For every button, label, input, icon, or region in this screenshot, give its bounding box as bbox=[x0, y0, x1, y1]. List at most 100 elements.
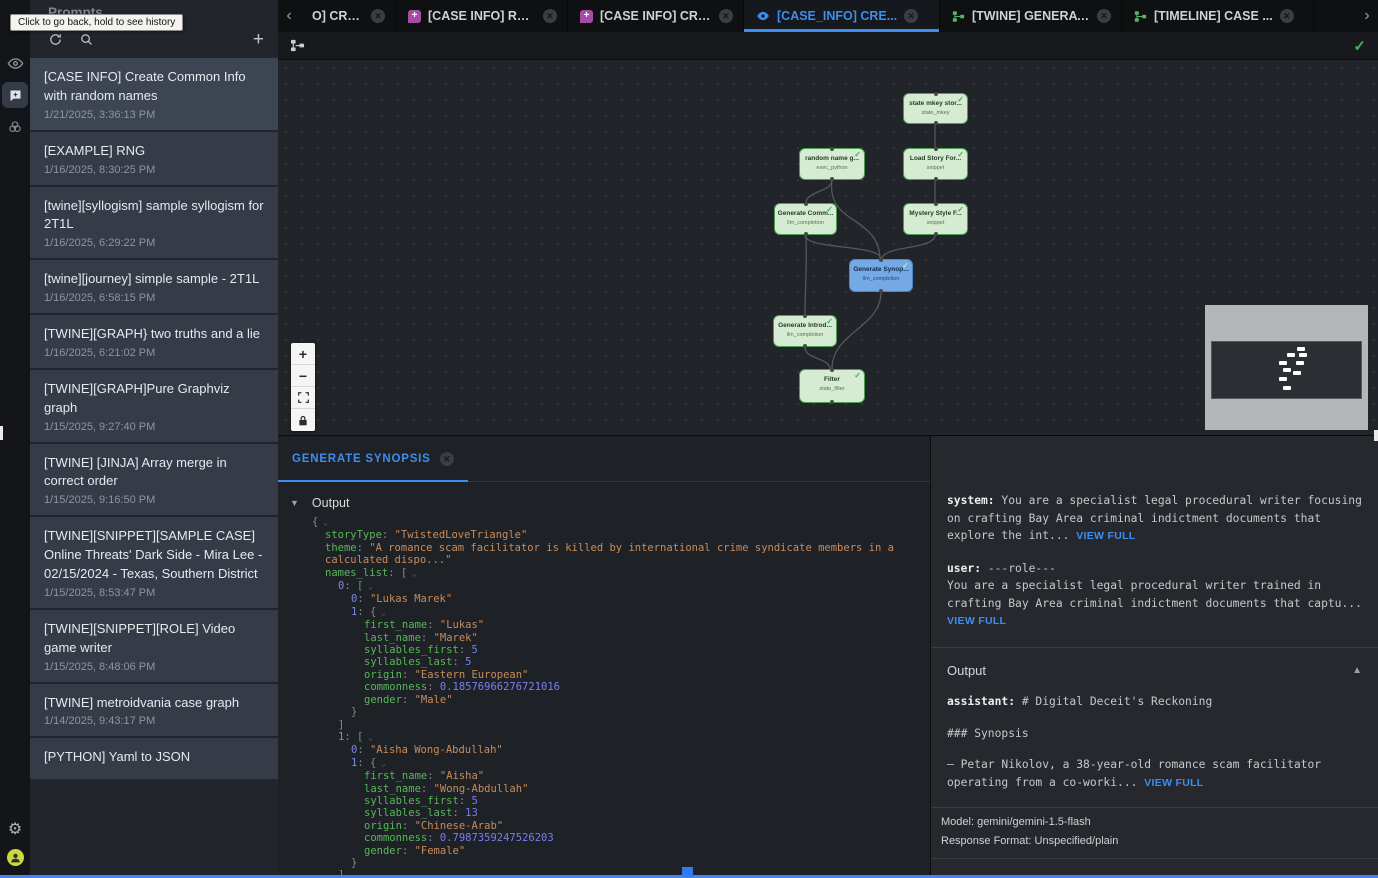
list-item[interactable]: [CASE INFO] Create Common Info with rand… bbox=[30, 58, 278, 130]
list-item[interactable]: [EXAMPLE] RNG1/16/2025, 8:30:25 PM bbox=[30, 132, 278, 185]
graph-node[interactable]: ✓Mystery Style F...snippet bbox=[903, 203, 968, 235]
minimap-node bbox=[1279, 377, 1287, 381]
code-line: commonness: 0.18576966276721016 bbox=[278, 681, 930, 693]
tab--case-info-revi-[interactable]: +[CASE INFO] REVI...✕ bbox=[396, 0, 568, 32]
prompt-timestamp: 1/15/2025, 8:48:06 PM bbox=[44, 661, 266, 673]
tab-bar: ‹ O] CRE...✕+[CASE INFO] REVI...✕+[CASE … bbox=[278, 0, 1378, 32]
refresh-button[interactable] bbox=[48, 32, 63, 47]
lock-button[interactable] bbox=[291, 409, 315, 431]
bottom-resize-handle[interactable] bbox=[682, 867, 693, 877]
prompt-title: [twine][syllogism] sample syllogism for … bbox=[44, 197, 266, 235]
prompts-panel-button[interactable] bbox=[2, 82, 28, 108]
chat-plus-icon: + bbox=[580, 10, 593, 23]
graph-node[interactable]: ✓Load Story For...snippet bbox=[903, 148, 968, 180]
prompt-title: [TWINE][GRAPH]Pure Graphviz graph bbox=[44, 380, 266, 418]
prompt-timestamp: 1/16/2025, 6:29:22 PM bbox=[44, 237, 266, 249]
list-item[interactable]: [TWINE][GRAPH} two truths and a lie 1/16/… bbox=[30, 315, 278, 368]
zoom-out-button[interactable]: − bbox=[291, 365, 315, 387]
view-full-link[interactable]: VIEW FULL bbox=[1076, 530, 1135, 542]
search-button[interactable] bbox=[79, 32, 94, 47]
output-panel: GENERATE SYNOPSIS ✕ ▼ Output { ⌄storyTyp… bbox=[278, 435, 930, 878]
knot-icon bbox=[7, 119, 23, 135]
model-info: Model: gemini/gemini-1.5-flash Response … bbox=[931, 807, 1378, 860]
prompts-sidebar: Prompts + [CASE INFO] Create Common Info… bbox=[30, 0, 278, 878]
user-avatar[interactable] bbox=[7, 849, 24, 866]
add-prompt-button[interactable]: + bbox=[253, 30, 264, 49]
eye-view-button[interactable] bbox=[2, 50, 28, 76]
code-line: origin: "Chinese-Arab" bbox=[278, 820, 930, 832]
chevron-up-icon: ▲ bbox=[1352, 662, 1362, 680]
list-item[interactable]: [twine][syllogism] sample syllogism for … bbox=[30, 187, 278, 259]
user-message: user: ---role--- You are a specialist le… bbox=[947, 560, 1362, 631]
graph-node[interactable]: ✓Generate Introd...llm_completion bbox=[773, 315, 837, 347]
view-full-link[interactable]: VIEW FULL bbox=[1144, 777, 1203, 789]
tab-generate-synopsis[interactable]: GENERATE SYNOPSIS ✕ bbox=[278, 436, 468, 481]
tab--case-info-cre-[interactable]: +[CASE INFO] CRE...✕ bbox=[568, 0, 744, 32]
person-icon bbox=[9, 851, 22, 864]
json-code: { ⌄storyType: "TwistedLoveTriangle"theme… bbox=[278, 516, 930, 878]
close-icon[interactable]: ✕ bbox=[1280, 9, 1294, 23]
minimap-node bbox=[1299, 353, 1307, 357]
code-line: origin: "Eastern European" bbox=[278, 669, 930, 681]
settings-button[interactable]: ⚙ bbox=[0, 819, 30, 839]
minimap-node bbox=[1287, 353, 1295, 357]
close-icon[interactable]: ✕ bbox=[440, 452, 454, 466]
close-icon[interactable]: ✕ bbox=[371, 9, 385, 23]
flows-button[interactable] bbox=[2, 114, 28, 140]
graph-node[interactable]: ✓Generate Synop...llm_completion bbox=[849, 259, 913, 292]
code-line: syllables_first: 5 bbox=[278, 644, 930, 656]
close-icon[interactable]: ✕ bbox=[904, 9, 918, 23]
list-item[interactable]: [twine][journey] simple sample - 2T1L1/1… bbox=[30, 260, 278, 313]
view-full-link[interactable]: VIEW FULL bbox=[947, 615, 1006, 627]
tab-strip-spacer bbox=[1314, 0, 1356, 32]
code-line: syllables_last: 5 bbox=[278, 656, 930, 668]
tab-label: [CASE INFO] REVI... bbox=[428, 9, 536, 23]
close-icon[interactable]: ✕ bbox=[543, 9, 557, 23]
assistant-message: assistant: # Digital Deceit's Reckoning bbox=[947, 693, 1362, 711]
left-rail: ⚙ bbox=[0, 0, 30, 878]
node-subtitle: exec_python bbox=[800, 165, 864, 171]
gear-icon: ⚙ bbox=[8, 821, 22, 838]
node-subtitle: state_mkey bbox=[904, 110, 967, 116]
tab-o-cre-[interactable]: O] CRE...✕ bbox=[300, 0, 396, 32]
inspector-output-header[interactable]: Output ▲ bbox=[947, 662, 1362, 680]
code-line: syllables_first: 5 bbox=[278, 795, 930, 807]
graph-node[interactable]: ✓Filterstate_filter bbox=[799, 369, 865, 403]
zoom-in-button[interactable]: + bbox=[291, 343, 315, 365]
prompt-timestamp: 1/16/2025, 6:21:02 PM bbox=[44, 347, 266, 359]
graph-node[interactable]: ✓state mkey stor...state_mkey bbox=[903, 93, 968, 124]
close-icon[interactable]: ✕ bbox=[719, 9, 733, 23]
list-item[interactable]: [TWINE][SNIPPET][SAMPLE CASE] Online Thr… bbox=[30, 517, 278, 608]
graph-canvas[interactable]: ✓state mkey stor...state_mkey ✓random nam… bbox=[278, 60, 1378, 435]
minimap[interactable] bbox=[1205, 305, 1368, 430]
output-section-header[interactable]: ▼ Output bbox=[290, 496, 930, 510]
list-item[interactable]: [TWINE] metroidvania case graph1/14/2025… bbox=[30, 684, 278, 737]
fit-view-button[interactable] bbox=[291, 387, 315, 409]
code-line: { ⌄ bbox=[278, 516, 930, 529]
list-item[interactable]: [TWINE][SNIPPET][ROLE] Video game writer… bbox=[30, 610, 278, 682]
list-item[interactable]: [PYTHON] Yaml to JSON bbox=[30, 738, 278, 779]
close-icon[interactable]: ✕ bbox=[1097, 9, 1111, 23]
eye-icon bbox=[756, 9, 770, 23]
system-message: system: You are a specialist legal proce… bbox=[947, 492, 1362, 546]
prompt-timestamp: 1/21/2025, 3:36:13 PM bbox=[44, 109, 266, 121]
tab--twine-generat-[interactable]: [TWINE] GENERAT...✕ bbox=[940, 0, 1122, 32]
tab-label: [TIMELINE] CASE ... bbox=[1154, 9, 1273, 23]
graph-toolbar: ✓ bbox=[278, 32, 1378, 60]
list-item[interactable]: [TWINE][GRAPH]Pure Graphviz graph1/15/20… bbox=[30, 370, 278, 442]
list-item[interactable]: [TWINE] [JINJA] Array merge in correct o… bbox=[30, 444, 278, 516]
code-line: commonness: 0.7987359247526203 bbox=[278, 832, 930, 844]
node-subtitle: llm_completion bbox=[774, 332, 836, 338]
prompt-title: [TWINE] metroidvania case graph bbox=[44, 694, 266, 713]
graph-node[interactable]: ✓Generate Comm...llm_completion bbox=[774, 203, 837, 235]
minimap-node bbox=[1283, 386, 1291, 390]
prompt-title: [TWINE][GRAPH} two truths and a lie bbox=[44, 325, 266, 344]
graph-node[interactable]: ✓random name g...exec_python bbox=[799, 148, 865, 180]
prompt-title: [TWINE][SNIPPET][SAMPLE CASE] Online Thr… bbox=[44, 527, 266, 584]
pane-resize-grip-left[interactable] bbox=[0, 426, 3, 440]
tabs-scroll-right-button[interactable]: › bbox=[1356, 0, 1378, 32]
tab--timeline-case-[interactable]: [TIMELINE] CASE ... ✕ bbox=[1122, 0, 1314, 32]
pane-resize-grip-right[interactable] bbox=[1374, 430, 1378, 441]
tab--case-info-cre-[interactable]: [CASE_INFO] CRE...✕ bbox=[744, 0, 940, 32]
tabs-scroll-left-button[interactable]: ‹ bbox=[278, 0, 300, 32]
